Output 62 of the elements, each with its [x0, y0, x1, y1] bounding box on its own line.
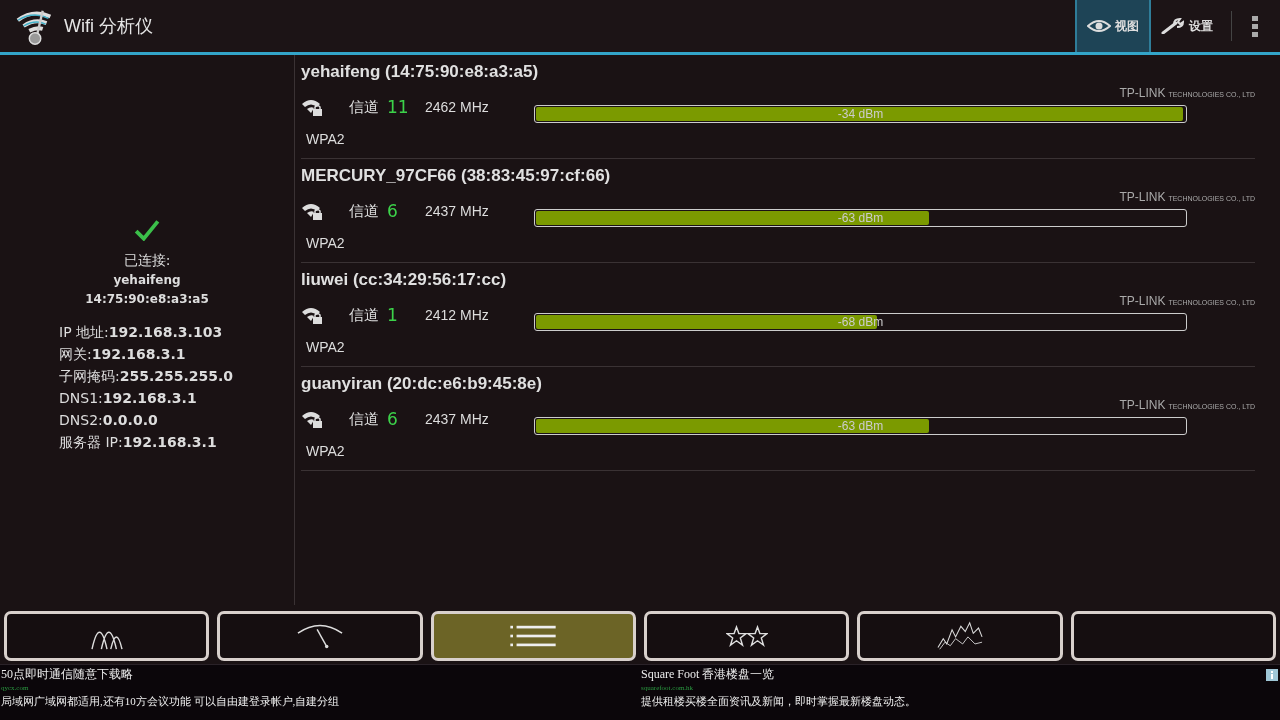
detail-label: 网关: [59, 346, 92, 362]
ad-text: 局域网广域网都适用,还有10方会议功能 可以自由建登录帐户,自建分组 [1, 694, 341, 709]
view-tab[interactable] [857, 611, 1063, 661]
channel-label: 信道 [349, 409, 379, 429]
frequency-text: 2437 MHz [425, 411, 490, 427]
view-tab[interactable] [644, 611, 850, 661]
detail-label: IP 地址: [59, 324, 109, 340]
view-tab[interactable] [4, 611, 210, 661]
channel-number: 11 [387, 97, 410, 117]
detail-value: 192.168.3.1 [91, 346, 186, 362]
detail-label: DNS1: [59, 390, 103, 406]
signal-reading: -63 dBm [836, 418, 885, 434]
ad-title-link[interactable]: 50点即时通信随意下载略 [1, 665, 640, 683]
channel-number: 6 [387, 201, 399, 221]
detail-value: 0.0.0.0 [102, 412, 158, 428]
settings-button[interactable]: 设置 [1151, 0, 1223, 52]
network-name: liuwei (cc:34:29:56:17:cc) [301, 269, 508, 291]
view-tab[interactable] [1070, 611, 1276, 661]
view-button[interactable]: 视图 [1075, 0, 1151, 52]
network-name: guanyiran (20:dc:e6:b9:45:8e) [301, 373, 543, 395]
security-type: WPA2 [306, 130, 346, 149]
network-name: yehaifeng (14:75:90:e8:a3:a5) [301, 61, 540, 83]
connected-ssid: yehaifeng [113, 272, 181, 289]
security-type: WPA2 [306, 234, 346, 253]
wifi-lock-icon [301, 201, 323, 221]
app-title: Wifi 分析仪 [64, 15, 153, 38]
channel-label: 信道 [349, 97, 379, 117]
channel-number: 1 [387, 305, 399, 325]
signal-reading: -63 dBm [836, 210, 885, 226]
detail-label: DNS2: [59, 412, 103, 428]
channel-label: 信道 [349, 201, 379, 221]
signal-reading: -34 dBm [836, 106, 885, 122]
vendor-name: TP-LINK [1119, 86, 1166, 100]
channel-label: 信道 [349, 305, 379, 325]
wifi-lock-icon [301, 305, 323, 325]
channel-number: 6 [387, 409, 399, 429]
security-type: WPA2 [306, 442, 346, 461]
frequency-text: 2462 MHz [425, 99, 490, 115]
frequency-text: 2412 MHz [425, 307, 490, 323]
connection-status: 已连接: [123, 251, 171, 270]
detail-label: 服务器 IP: [59, 434, 123, 450]
wifi-lock-icon [301, 97, 323, 117]
network-name: MERCURY_97CF66 (38:83:45:97:cf:66) [301, 165, 612, 187]
wrench-icon [1161, 18, 1185, 34]
vendor-name: TP-LINK [1119, 190, 1166, 204]
ad-title-link[interactable]: Square Foot 香港楼盘一览 [641, 665, 1280, 683]
eye-icon [1087, 18, 1111, 34]
detail-value: 192.168.3.103 [108, 324, 223, 340]
wifi-lock-icon [301, 409, 323, 429]
detail-label: 子网掩码: [59, 368, 120, 384]
detail-value: 192.168.3.1 [122, 434, 217, 450]
frequency-text: 2437 MHz [425, 203, 490, 219]
checkmark-icon [134, 219, 160, 241]
detail-value: 255.255.255.0 [119, 368, 234, 384]
ad-text: 提供租楼买楼全面资讯及新闻，即时掌握最新楼盘动态。 [641, 694, 917, 709]
connected-bssid: 14:75:90:e8:a3:a5 [85, 291, 209, 308]
detail-value: 192.168.3.1 [102, 390, 197, 406]
view-tab[interactable] [217, 611, 423, 661]
vendor-name: TP-LINK [1119, 398, 1166, 412]
stars-icon [725, 625, 768, 647]
security-type: WPA2 [306, 338, 346, 357]
vendor-name: TP-LINK [1119, 294, 1166, 308]
